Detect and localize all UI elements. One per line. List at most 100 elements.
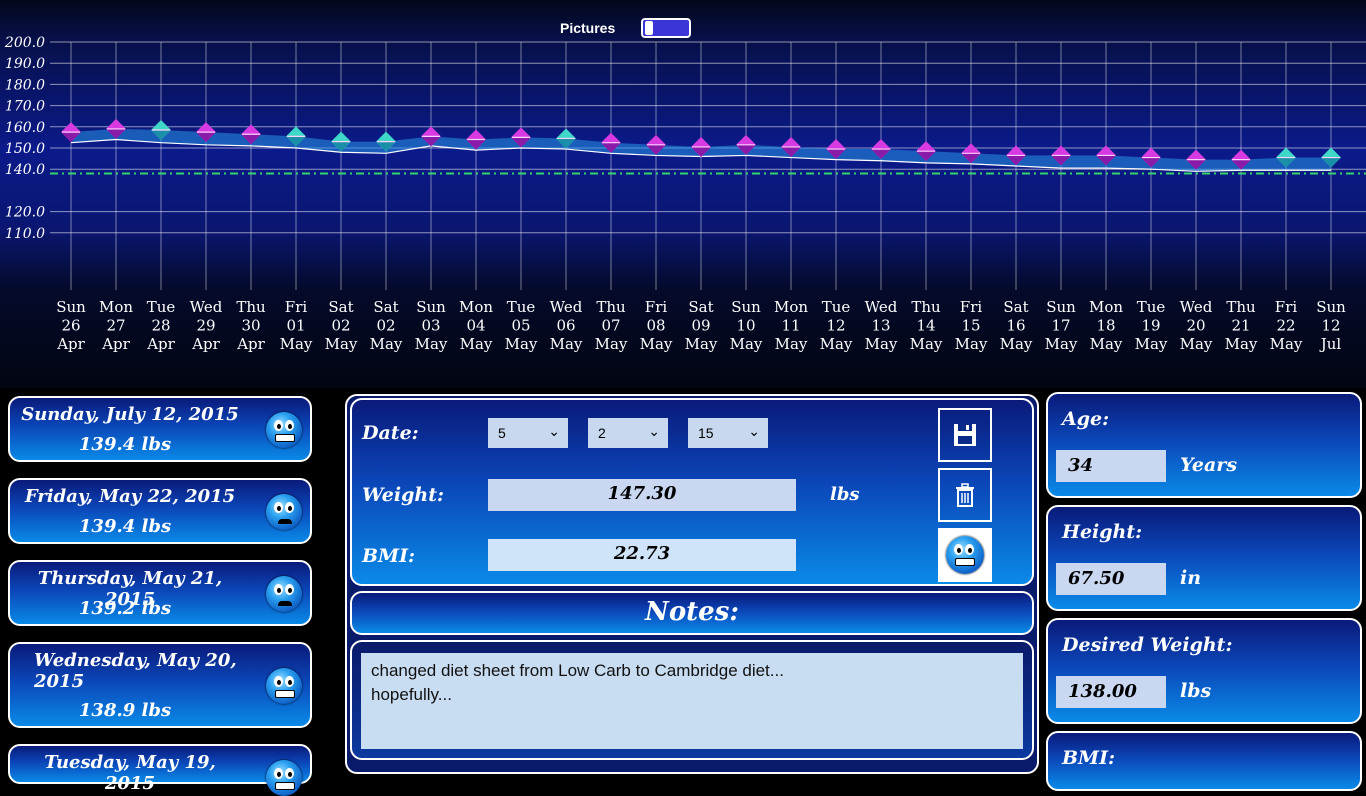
age-label: Age: (1062, 408, 1110, 430)
mood-picker[interactable] (938, 528, 992, 582)
x-tick-label: Apr (236, 335, 265, 353)
x-tick-label: Tue (147, 298, 176, 316)
desired-weight-input[interactable]: 138.00 (1056, 676, 1166, 708)
x-tick-label: Apr (146, 335, 175, 353)
x-tick-label: May (640, 335, 673, 353)
x-tick-label: 12 (1321, 317, 1340, 335)
history-date: Friday, May 22, 2015 (24, 486, 236, 507)
day-select[interactable]: 2 ⌄ (588, 418, 668, 448)
entry-form: Date: 5 ⌄ 2 ⌄ 15 ⌄ Weight: 147.30 lbs BMI: … (350, 398, 1034, 586)
x-tick-label: 02 (331, 317, 350, 335)
happy-face-icon (266, 760, 302, 796)
x-tick-label: May (550, 335, 583, 353)
x-tick-label: 13 (871, 317, 890, 335)
happy-face-icon (946, 536, 984, 574)
x-tick-label: Sun (56, 298, 86, 316)
height-label: Height: (1062, 521, 1143, 543)
x-tick-label: 17 (1051, 317, 1070, 335)
bmi-card: BMI: (1046, 731, 1362, 791)
x-tick-label: 10 (736, 317, 755, 335)
notes-title: Notes: (645, 597, 739, 627)
x-tick-label: Sun (731, 298, 761, 316)
y-tick-label: 140.0 (5, 162, 45, 178)
bmi-card-label: BMI: (1062, 747, 1115, 769)
notes-panel: changed diet sheet from Low Carb to Camb… (350, 640, 1034, 760)
weight-input[interactable]: 147.30 (488, 479, 796, 511)
x-tick-label: 07 (601, 317, 620, 335)
age-input[interactable]: 34 (1056, 450, 1166, 482)
x-tick-label: May (1090, 335, 1123, 353)
x-tick-label: 18 (1096, 317, 1115, 335)
history-item[interactable]: Thursday, May 21, 2015 139.2 lbs (8, 560, 312, 626)
y-tick-label: 190.0 (5, 56, 45, 72)
history-item[interactable]: Friday, May 22, 2015 139.4 lbs (8, 478, 312, 544)
x-tick-label: May (325, 335, 358, 353)
x-tick-label: May (1270, 335, 1303, 353)
year-select[interactable]: 15 ⌄ (688, 418, 768, 448)
x-tick-label: Jul (1319, 335, 1342, 353)
bmi-label: BMI: (362, 545, 415, 567)
x-tick-label: Sat (373, 298, 398, 316)
x-tick-label: 21 (1231, 317, 1250, 335)
x-tick-label: 01 (286, 317, 305, 335)
notes-textarea[interactable]: changed diet sheet from Low Carb to Camb… (361, 653, 1023, 749)
history-item[interactable]: Tuesday, May 19, 2015 (8, 744, 312, 796)
x-tick-label: Sat (328, 298, 353, 316)
pictures-label: Pictures (560, 20, 616, 36)
history-item[interactable]: Wednesday, May 20, 2015 138.9 lbs (8, 642, 312, 728)
save-button[interactable] (938, 408, 992, 462)
x-tick-label: 12 (826, 317, 845, 335)
x-tick-label: Fri (1275, 298, 1298, 316)
x-tick-label: May (415, 335, 448, 353)
age-card: Age: 34 Years (1046, 392, 1362, 498)
x-tick-label: 06 (556, 317, 575, 335)
desired-weight-card: Desired Weight: 138.00 lbs (1046, 618, 1362, 724)
age-unit: Years (1180, 454, 1238, 476)
x-tick-label: Sat (688, 298, 713, 316)
x-tick-label: May (685, 335, 718, 353)
height-unit: in (1180, 567, 1202, 589)
x-tick-label: 19 (1141, 317, 1160, 335)
x-tick-label: May (460, 335, 493, 353)
y-tick-label: 200.0 (4, 35, 45, 51)
history-weight: 139.4 lbs (78, 434, 172, 455)
month-select[interactable]: 5 ⌄ (488, 418, 568, 448)
history-item[interactable]: Sunday, July 12, 2015 139.4 lbs (8, 396, 312, 462)
x-tick-label: 04 (466, 317, 485, 335)
chevron-down-icon: ⌄ (548, 423, 560, 439)
x-tick-label: 22 (1276, 317, 1295, 335)
x-tick-label: 09 (691, 317, 710, 335)
y-tick-label: 110.0 (5, 226, 45, 242)
height-input[interactable]: 67.50 (1056, 563, 1166, 595)
x-tick-label: May (1225, 335, 1258, 353)
y-tick-label: 150.0 (5, 141, 45, 157)
pictures-toggle[interactable] (641, 18, 692, 38)
x-tick-label: Mon (774, 298, 808, 316)
x-tick-label: Wed (190, 298, 223, 316)
save-icon (954, 424, 976, 446)
x-tick-label: Sat (1003, 298, 1028, 316)
x-tick-label: Apr (191, 335, 220, 353)
x-tick-label: Wed (550, 298, 583, 316)
x-tick-label: Apr (56, 335, 85, 353)
x-tick-label: Fri (285, 298, 308, 316)
pictures-toggle-row: Pictures (560, 17, 692, 39)
x-tick-label: May (1180, 335, 1213, 353)
x-tick-label: Mon (459, 298, 493, 316)
x-tick-label: May (595, 335, 628, 353)
x-tick-label: May (1045, 335, 1078, 353)
history-date: Tuesday, May 19, 2015 (44, 752, 216, 794)
weight-chart: 200.0 190.0 180.0 170.0 160.0 150.0 140.0 120.0… (0, 0, 1366, 388)
x-tick-label: May (775, 335, 808, 353)
y-tick-label: 180.0 (5, 77, 45, 93)
sad-face-icon (266, 494, 302, 530)
x-tick-label: 14 (916, 317, 935, 335)
trash-icon (956, 483, 974, 507)
history-date: Wednesday, May 20, 2015 (34, 650, 237, 692)
delete-button[interactable] (938, 468, 992, 522)
y-tick-label: 120.0 (5, 205, 45, 221)
x-tick-label: 05 (511, 317, 530, 335)
x-tick-label: Thu (596, 298, 626, 316)
x-tick-label: May (865, 335, 898, 353)
x-tick-label: Sun (1046, 298, 1076, 316)
